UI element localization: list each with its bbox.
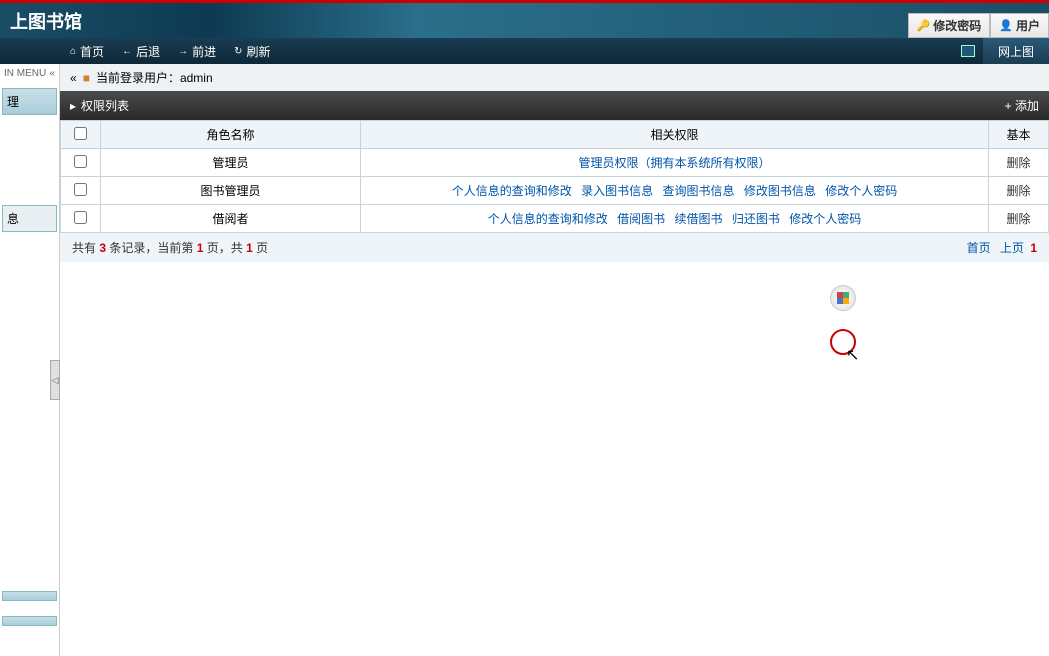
user-icon: 👤 — [999, 19, 1013, 32]
permission-link[interactable]: 修改图书信息 — [744, 184, 816, 198]
loading-circle-icon: ↖ — [830, 329, 856, 355]
row-checkbox[interactable] — [74, 211, 87, 224]
select-all-checkbox[interactable] — [74, 127, 87, 140]
row-checkbox[interactable] — [74, 155, 87, 168]
page-number: 1 — [1030, 241, 1037, 255]
back-arrow-icon: ← — [122, 46, 132, 57]
col-role-name: 角色名称 — [101, 121, 361, 149]
permission-link[interactable]: 归还图书 — [732, 212, 780, 226]
delete-link[interactable]: 删除 — [1006, 156, 1030, 170]
table-row: 图书管理员个人信息的查询和修改 录入图书信息 查询图书信息 修改图书信息 修改个… — [61, 177, 1049, 205]
floating-icons: ↖ — [830, 285, 856, 355]
permission-link[interactable]: 个人信息的查询和修改 — [452, 184, 572, 198]
permission-link[interactable]: 个人信息的查询和修改 — [488, 212, 608, 226]
row-checkbox[interactable] — [74, 183, 87, 196]
user-status-bar: « ■ 当前登录用户：admin — [60, 64, 1049, 91]
role-name-cell: 管理员 — [101, 149, 361, 177]
current-user-label: 当前登录用户：admin — [96, 69, 213, 86]
home-icon: ⌂ — [70, 46, 76, 57]
nav-forward[interactable]: → 前进 — [178, 43, 216, 60]
add-button[interactable]: + 添加 — [1005, 97, 1039, 114]
permission-table: 角色名称 相关权限 基本 管理员管理员权限（拥有本系统所有权限） 删除图书管理员… — [60, 120, 1049, 233]
table-row: 管理员 管理员权限（拥有本系统所有权限） 删除 — [61, 149, 1049, 177]
permission-link[interactable]: 录入图书信息 — [581, 184, 653, 198]
app-title: 上图书馆 — [10, 8, 82, 34]
list-icon: ▸ — [70, 99, 76, 113]
monitor-icon[interactable] — [961, 45, 975, 57]
role-name-cell: 借阅者 — [101, 205, 361, 233]
sidebar-item-1[interactable]: 理 — [2, 88, 57, 115]
content-area: « ■ 当前登录用户：admin ▸ 权限列表 + 添加 角色名称 相关权限 基… — [60, 64, 1049, 656]
col-checkbox — [61, 121, 101, 149]
permission-link[interactable]: 续借图书 — [674, 212, 722, 226]
delete-link[interactable]: 删除 — [1006, 212, 1030, 226]
sidebar-item-2[interactable]: 息 — [2, 205, 57, 232]
user-button[interactable]: 👤 用户 — [990, 13, 1049, 38]
nav-home[interactable]: ⌂ 首页 — [70, 43, 104, 60]
permission-link[interactable]: 查询图书信息 — [662, 184, 734, 198]
panel-header: ▸ 权限列表 + 添加 — [60, 91, 1049, 120]
key-icon: 🔑 — [917, 19, 931, 32]
permissions-cell: 管理员权限（拥有本系统所有权限） — [361, 149, 989, 177]
windows-logo-icon[interactable] — [830, 285, 856, 311]
nav-back[interactable]: ← 后退 — [122, 43, 160, 60]
page-prev-link[interactable]: 上页 — [1000, 241, 1024, 255]
panel-title: 权限列表 — [81, 97, 129, 114]
collapse-toggle[interactable]: « — [70, 71, 77, 85]
delete-link[interactable]: 删除 — [1006, 184, 1030, 198]
permission-link[interactable]: 修改个人密码 — [789, 212, 861, 226]
change-password-label: 修改密码 — [933, 17, 981, 34]
nav-bar: ⌂ 首页 ← 后退 → 前进 ↻ 刷新 网上图 — [0, 38, 1049, 64]
cursor-arrow-icon: ↖ — [846, 345, 859, 365]
page-first-link[interactable]: 首页 — [967, 241, 991, 255]
collapse-icon[interactable]: « — [49, 68, 55, 79]
change-password-button[interactable]: 🔑 修改密码 — [908, 13, 991, 38]
permission-link[interactable]: 管理员权限（拥有本系统所有权限） — [578, 156, 770, 170]
pagination-info: 共有 3 条记录，当前第 1 页，共 1 页 — [72, 239, 268, 256]
table-row: 借阅者个人信息的查询和修改 借阅图书 续借图书 归还图书 修改个人密码 删除 — [61, 205, 1049, 233]
sidebar-menu-label: IN MENU « — [0, 64, 59, 83]
nav-right-tab[interactable]: 网上图 — [983, 38, 1049, 64]
role-name-cell: 图书管理员 — [101, 177, 361, 205]
permissions-cell: 个人信息的查询和修改 借阅图书 续借图书 归还图书 修改个人密码 — [361, 205, 989, 233]
permission-link[interactable]: 借阅图书 — [617, 212, 665, 226]
sidebar: IN MENU « 理 息 ◁ — [0, 64, 60, 656]
pagination-bar: 共有 3 条记录，当前第 1 页，共 1 页 首页 上页 1 — [60, 233, 1049, 262]
permission-link[interactable]: 修改个人密码 — [825, 184, 897, 198]
forward-arrow-icon: → — [178, 46, 188, 57]
refresh-icon: ↻ — [234, 46, 242, 57]
pagination-links: 首页 上页 1 — [964, 239, 1037, 256]
col-permissions: 相关权限 — [361, 121, 989, 149]
permissions-cell: 个人信息的查询和修改 录入图书信息 查询图书信息 修改图书信息 修改个人密码 — [361, 177, 989, 205]
sidebar-bottom-2[interactable] — [2, 616, 57, 626]
sidebar-collapse-handle[interactable]: ◁ — [50, 360, 60, 400]
bullet-icon: ■ — [83, 71, 90, 85]
sidebar-bottom-1[interactable] — [2, 591, 57, 601]
header-banner: 上图书馆 🔑 修改密码 👤 用户 — [0, 3, 1049, 38]
nav-refresh[interactable]: ↻ 刷新 — [234, 43, 270, 60]
user-label: 用户 — [1016, 17, 1040, 34]
col-actions: 基本 — [989, 121, 1049, 149]
